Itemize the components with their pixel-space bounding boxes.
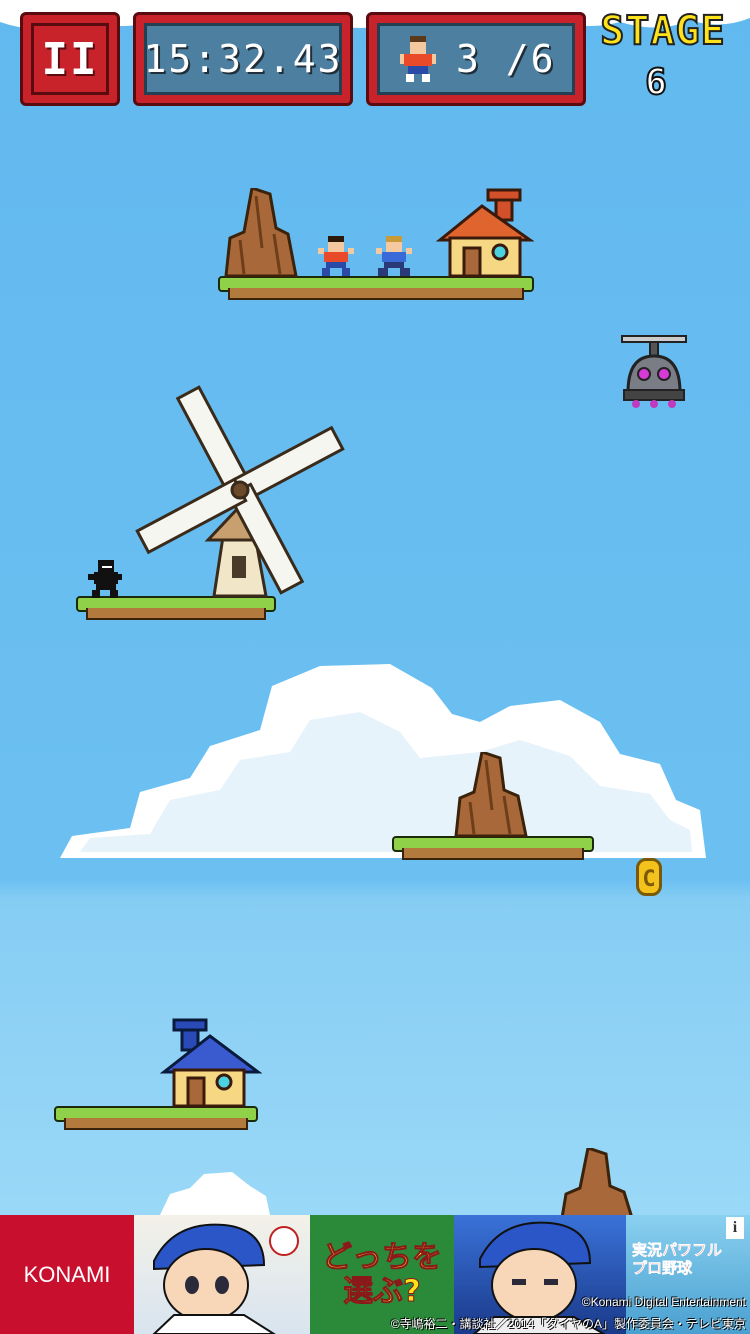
rescued-counter-panel: 3 /6 [366, 12, 586, 106]
civilian-red-sprite [318, 236, 354, 276]
rescued-count: 3 /6 [456, 37, 556, 81]
person-icon [400, 36, 436, 82]
ad-copyright-1: ©Konami Digital Entertainment [581, 1295, 746, 1309]
ad-character-left [134, 1215, 310, 1334]
rock-icon [224, 188, 298, 278]
helicopter-robot-enemy [621, 335, 687, 408]
rock-icon [454, 752, 528, 838]
ad-game-title: 実況パワフルプロ野球 [632, 1241, 723, 1278]
house-red-roof-icon [436, 188, 534, 278]
ad-banner[interactable]: KONAMI どっちを選ぶ? 実況パワフルプロ野球 i ©Konami Digi… [0, 1215, 750, 1334]
civilian-blue-sprite [376, 236, 412, 276]
ad-copyright-2: ©寺嶋裕二・講談社／2014「ダイヤのA」製作委員会・テレビ東京 [390, 1317, 746, 1331]
stage-label: STAGE [599, 7, 726, 55]
pitcher-character-image [152, 1223, 299, 1334]
windmill-icon [135, 385, 345, 598]
pause-label: II [41, 33, 99, 85]
game-scene[interactable]: II 15:32.43 3 /6 STAGE 6 C [0, 0, 750, 1215]
ad-brand-logo[interactable]: KONAMI [0, 1215, 134, 1334]
platform-middle-right [392, 836, 594, 860]
ninja-player-sprite [88, 560, 122, 598]
ad-headline: どっちを選ぶ? [322, 1239, 443, 1309]
platform-bottom-left [54, 1106, 258, 1130]
background-cloud [60, 664, 706, 858]
rock-icon [560, 1148, 633, 1215]
timer-panel: 15:32.43 [133, 12, 353, 106]
platform-top [218, 276, 534, 300]
pause-button[interactable]: II [20, 12, 120, 106]
ad-info-icon[interactable]: i [726, 1217, 744, 1239]
coin-pickup: C [636, 858, 662, 896]
stage-number: 6 [644, 61, 668, 104]
timer-text: 15:32.43 [143, 37, 343, 81]
pause-icon: II [31, 23, 109, 95]
small-cloud [160, 1172, 270, 1215]
house-blue-roof-icon [160, 1018, 262, 1108]
